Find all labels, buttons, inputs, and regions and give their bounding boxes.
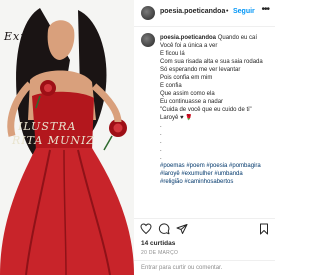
action-bar [134,218,275,237]
header-username[interactable]: poesia.poeticandoa [160,8,225,15]
caption-line: Laroyê ♥ 🌹 [160,115,193,121]
likes-count[interactable]: 14 curtidas [141,240,175,247]
caption-dot: . [160,131,162,137]
heart-icon[interactable] [140,223,152,235]
more-icon[interactable]: ••• [261,4,269,15]
hashtag-line[interactable]: #laroyê #exumulher #umbanda [160,170,274,178]
caption-username[interactable]: poesia.poeticandoa [160,35,216,41]
share-icon[interactable] [176,223,188,235]
caption-line: Pois confia em mim [160,75,213,81]
caption-avatar[interactable] [141,33,155,47]
caption-dot: . [160,123,162,129]
caption-line: Só esperando me ver levantar [160,67,241,73]
artist-signature-1: ILUSTRA [18,120,77,133]
post-caption: poesia.poeticandoa Quando eu caí Você fo… [160,34,274,186]
follow-button[interactable]: Seguir [233,8,255,15]
caption-line: E confia [160,83,182,89]
hashtag-line[interactable]: #poemas #poem #poesia #pombagira [160,162,274,170]
bookmark-icon[interactable] [258,223,270,235]
caption-dot: . [160,147,162,153]
post-date[interactable]: 20 DE MARÇO [141,250,178,256]
login-to-comment-prompt[interactable]: Entrar para curtir ou comentar. [141,265,222,271]
post-header: poesia.poeticandoa • Seguir ••• [134,0,275,27]
hashtag-line[interactable]: #religião #caminhosabertos [160,178,274,186]
caption-line: Eu continuasse a nadar [160,99,224,105]
avatar[interactable] [141,6,155,20]
post-panel: poesia.poeticandoa • Seguir ••• poesia.p… [134,0,275,275]
caption-dot: . [160,139,162,145]
caption-line: "Cuida de você que eu cuido de ti" [160,107,252,113]
caption-line: Que assim como ela [160,91,215,97]
artist-signature-2: RITA MUNIZ [12,134,95,147]
comment-icon[interactable] [158,223,170,235]
caption-line: Você foi a única a ver [160,43,218,49]
script-word: Exú [4,30,29,43]
caption-line: E ficou lá [160,51,185,57]
caption-line: Com sua risada alta e sua saia rodada [160,59,263,65]
caption-line: Quando eu caí [217,35,258,41]
header-separator: • [226,8,229,15]
post-image[interactable]: Exú ILUSTRA RITA MUNIZ [0,0,134,275]
comment-bar: Entrar para curtir ou comentar. [134,260,275,276]
caption-dot: . [160,155,162,161]
